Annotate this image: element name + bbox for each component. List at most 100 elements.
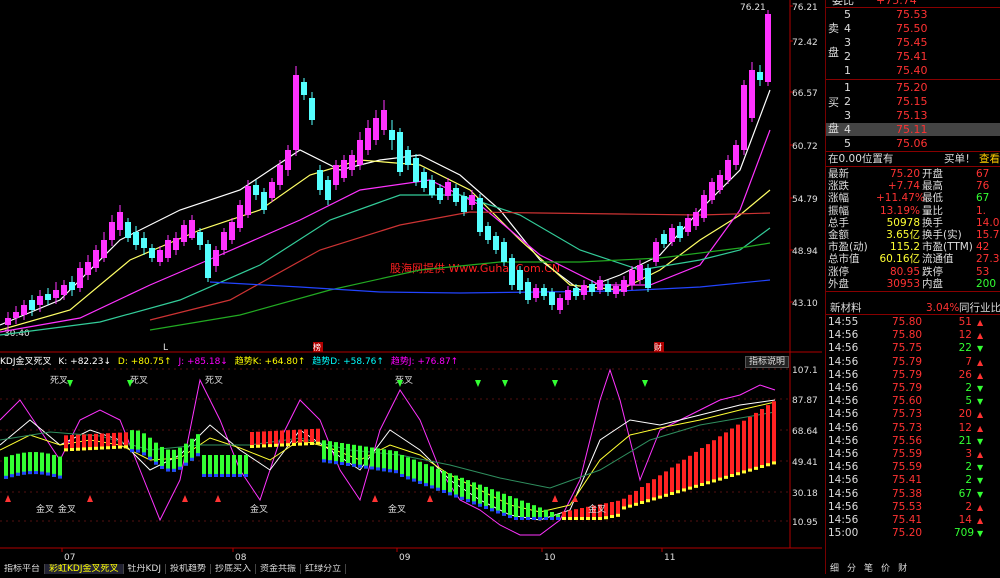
tick-time: 14:56 bbox=[828, 514, 859, 526]
indicator-histogram-cap bbox=[484, 505, 488, 509]
tick-volume: 14 bbox=[958, 514, 972, 526]
candlestick-body bbox=[621, 280, 627, 292]
quote-value: 30953 bbox=[886, 277, 920, 290]
tick-volume: 26 bbox=[958, 368, 972, 381]
industry-compare-button[interactable]: 同行业比较 bbox=[959, 302, 1000, 314]
side-tab[interactable]: 笔 bbox=[860, 564, 877, 574]
quote-row: 振幅 13.19% 量比 1. bbox=[826, 205, 1000, 217]
indicator-histogram-bar bbox=[160, 446, 164, 469]
position-right[interactable]: 查看i bbox=[979, 153, 1000, 165]
indicator-histogram-cap bbox=[502, 512, 506, 516]
indicator-histogram-cap bbox=[58, 475, 62, 479]
buy-level-row[interactable]: 1 75.20 bbox=[826, 81, 1000, 94]
chart-canvas[interactable]: 76.2172.4266.5760.7254.7948.9443.1030.40… bbox=[0, 0, 822, 574]
indicator-histogram-cap bbox=[652, 497, 656, 501]
quote-value: 80.95 bbox=[889, 265, 920, 278]
quote-value: 13.19% bbox=[879, 204, 920, 217]
tick-time: 15:00 bbox=[828, 527, 859, 540]
down-arrow-icon: ▼ bbox=[977, 489, 984, 499]
tick-volume: 20 bbox=[958, 408, 972, 421]
indicator-histogram-cap bbox=[766, 463, 770, 467]
side-tab[interactable]: 细 bbox=[826, 564, 843, 574]
position-bar[interactable]: 在0.00位置有 买单！查看i bbox=[826, 153, 1000, 165]
indicator-histogram-bar bbox=[412, 459, 416, 482]
indicator-tab[interactable]: 指标平台 bbox=[0, 564, 46, 574]
indicator-histogram-bar bbox=[154, 442, 158, 465]
indicator-histogram-bar bbox=[766, 405, 770, 467]
price-high-label: 76.21 bbox=[740, 3, 766, 13]
indicator-explain-button[interactable]: 指标说明 bbox=[745, 356, 790, 368]
order-ratio-label: 委比 bbox=[832, 0, 854, 7]
indicator-tab[interactable]: 彩虹KDJ金叉死叉 bbox=[45, 564, 124, 574]
tick-time: 14:56 bbox=[828, 329, 859, 342]
tick-row: 15:00 75.20 709 ▼ bbox=[826, 527, 1000, 540]
tick-price: 75.79 bbox=[892, 382, 923, 394]
candlestick-body bbox=[301, 82, 307, 95]
price-axis-label: 76.21 bbox=[792, 3, 818, 13]
indicator-histogram-bar bbox=[670, 467, 674, 495]
industry-row[interactable]: 新材料 3.04%同行业比较 bbox=[826, 302, 1000, 314]
buy-level-row[interactable]: 4 75.11 bbox=[826, 123, 1000, 136]
indicator-histogram-bar bbox=[196, 434, 200, 457]
candlestick-body bbox=[509, 258, 515, 285]
order-ratio-row: 委比 +75.74 bbox=[826, 0, 1000, 7]
indicator-histogram-bar bbox=[706, 444, 710, 485]
down-arrow-icon: ▼ bbox=[977, 436, 984, 446]
candlestick-body bbox=[205, 244, 211, 278]
indicator-histogram-cap bbox=[544, 517, 548, 520]
sell-level-row[interactable]: 1 75.40 bbox=[826, 64, 1000, 77]
golden-cross-label: 金叉 bbox=[250, 503, 268, 515]
candlestick-body bbox=[541, 288, 547, 296]
indicator-histogram-cap bbox=[358, 464, 362, 468]
candlestick-body bbox=[693, 212, 699, 226]
quote-label: 跌停 bbox=[922, 265, 943, 278]
candlestick-body bbox=[245, 186, 251, 215]
indicator-tab[interactable]: 投机趋势 bbox=[166, 564, 212, 574]
indicator-histogram-bar bbox=[460, 477, 464, 500]
indicator-histogram-cap bbox=[454, 494, 458, 498]
side-tab[interactable]: 价 bbox=[877, 564, 894, 574]
chart-area[interactable]: 76.21 72.42 66.57 60.72 54.79 48.94 43.10 30.40… bbox=[0, 0, 822, 574]
side-tab[interactable]: 财 bbox=[894, 564, 911, 574]
sell-level-row[interactable]: 5 75.53 bbox=[826, 8, 1000, 21]
level-number: 1 bbox=[844, 64, 851, 77]
indicator-histogram-cap bbox=[232, 474, 236, 477]
indicator-histogram-cap bbox=[748, 468, 752, 472]
indicator-histogram-bar bbox=[22, 452, 26, 475]
indicator-histogram-bar bbox=[178, 447, 182, 470]
legend-d: D: +80.75↑ bbox=[117, 357, 172, 367]
sell-level-row[interactable]: 4 75.50 bbox=[826, 22, 1000, 35]
sell-level-row[interactable]: 3 75.45 bbox=[826, 36, 1000, 49]
level-number: 5 bbox=[844, 137, 851, 150]
legend-j: J: +85.18↓ bbox=[178, 357, 228, 367]
indicator-histogram-cap bbox=[112, 445, 116, 449]
candlestick-body bbox=[317, 170, 323, 190]
industry-name[interactable]: 新材料 bbox=[830, 302, 862, 314]
indicator-histogram-cap bbox=[376, 467, 380, 471]
candlestick-body bbox=[309, 98, 315, 120]
buy-level-row[interactable]: 5 75.06 bbox=[826, 137, 1000, 150]
indicator-histogram-bar bbox=[244, 455, 248, 477]
up-arrow-icon: ▲ bbox=[977, 516, 984, 525]
indicator-tab[interactable]: 牡丹KDJ bbox=[124, 564, 167, 574]
candlestick-body bbox=[157, 250, 163, 262]
indicator-tab[interactable]: 抄底买入 bbox=[211, 564, 257, 574]
candlestick-body bbox=[445, 182, 451, 196]
buy-level-row[interactable]: 3 75.13 bbox=[826, 109, 1000, 122]
indicator-histogram-cap bbox=[298, 442, 302, 446]
indicator-tab[interactable]: 资金共振 bbox=[256, 564, 302, 574]
sell-level-row[interactable]: 2 75.41 bbox=[826, 50, 1000, 63]
buy-side-label: 盘 bbox=[828, 122, 839, 135]
buy-level-row[interactable]: 2 75.15 bbox=[826, 95, 1000, 108]
tick-volume: 2 bbox=[965, 500, 972, 513]
quote-row: 外盘 30953 内盘 200 bbox=[826, 278, 1000, 290]
quote-value: 15.7 bbox=[976, 229, 1000, 241]
candlestick-body bbox=[21, 305, 27, 315]
indicator-histogram-bar bbox=[166, 449, 170, 472]
side-tab[interactable]: 分 bbox=[843, 564, 860, 574]
indicator-tab[interactable]: 红绿分立 bbox=[301, 564, 347, 574]
tick-volume: 2 bbox=[965, 382, 972, 394]
indicator-histogram-bar bbox=[496, 491, 500, 514]
candlestick-body bbox=[213, 250, 219, 266]
quote-row: 金额 3.65亿 换手(实) 15.7 bbox=[826, 229, 1000, 241]
